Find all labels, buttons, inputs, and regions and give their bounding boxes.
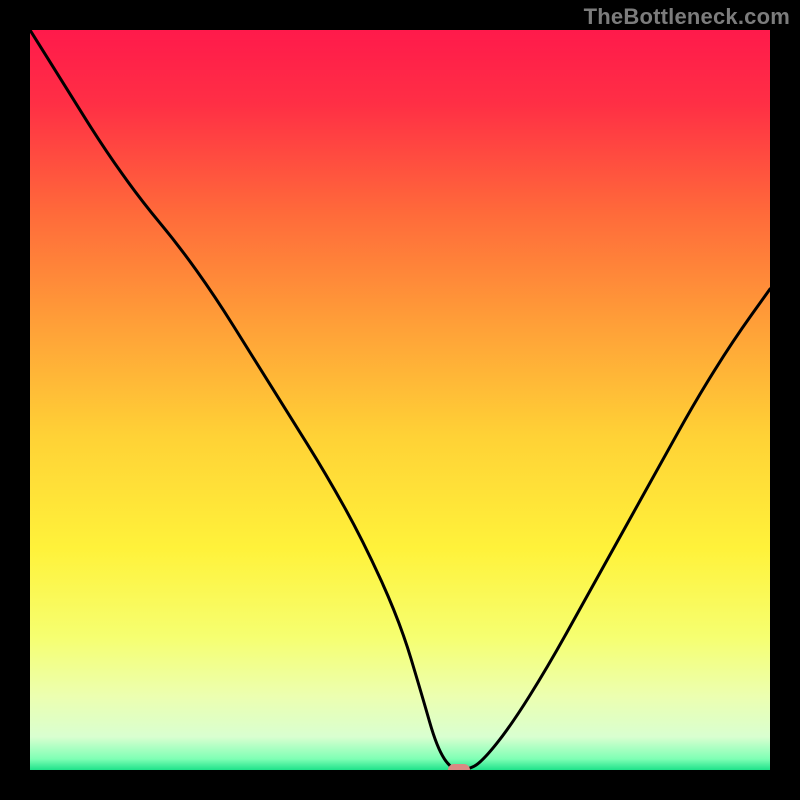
bottleneck-curve [30,30,770,770]
chart-frame: TheBottleneck.com [0,0,800,800]
plot-area [30,30,770,770]
optimal-marker [448,764,470,770]
watermark-text: TheBottleneck.com [584,4,790,30]
